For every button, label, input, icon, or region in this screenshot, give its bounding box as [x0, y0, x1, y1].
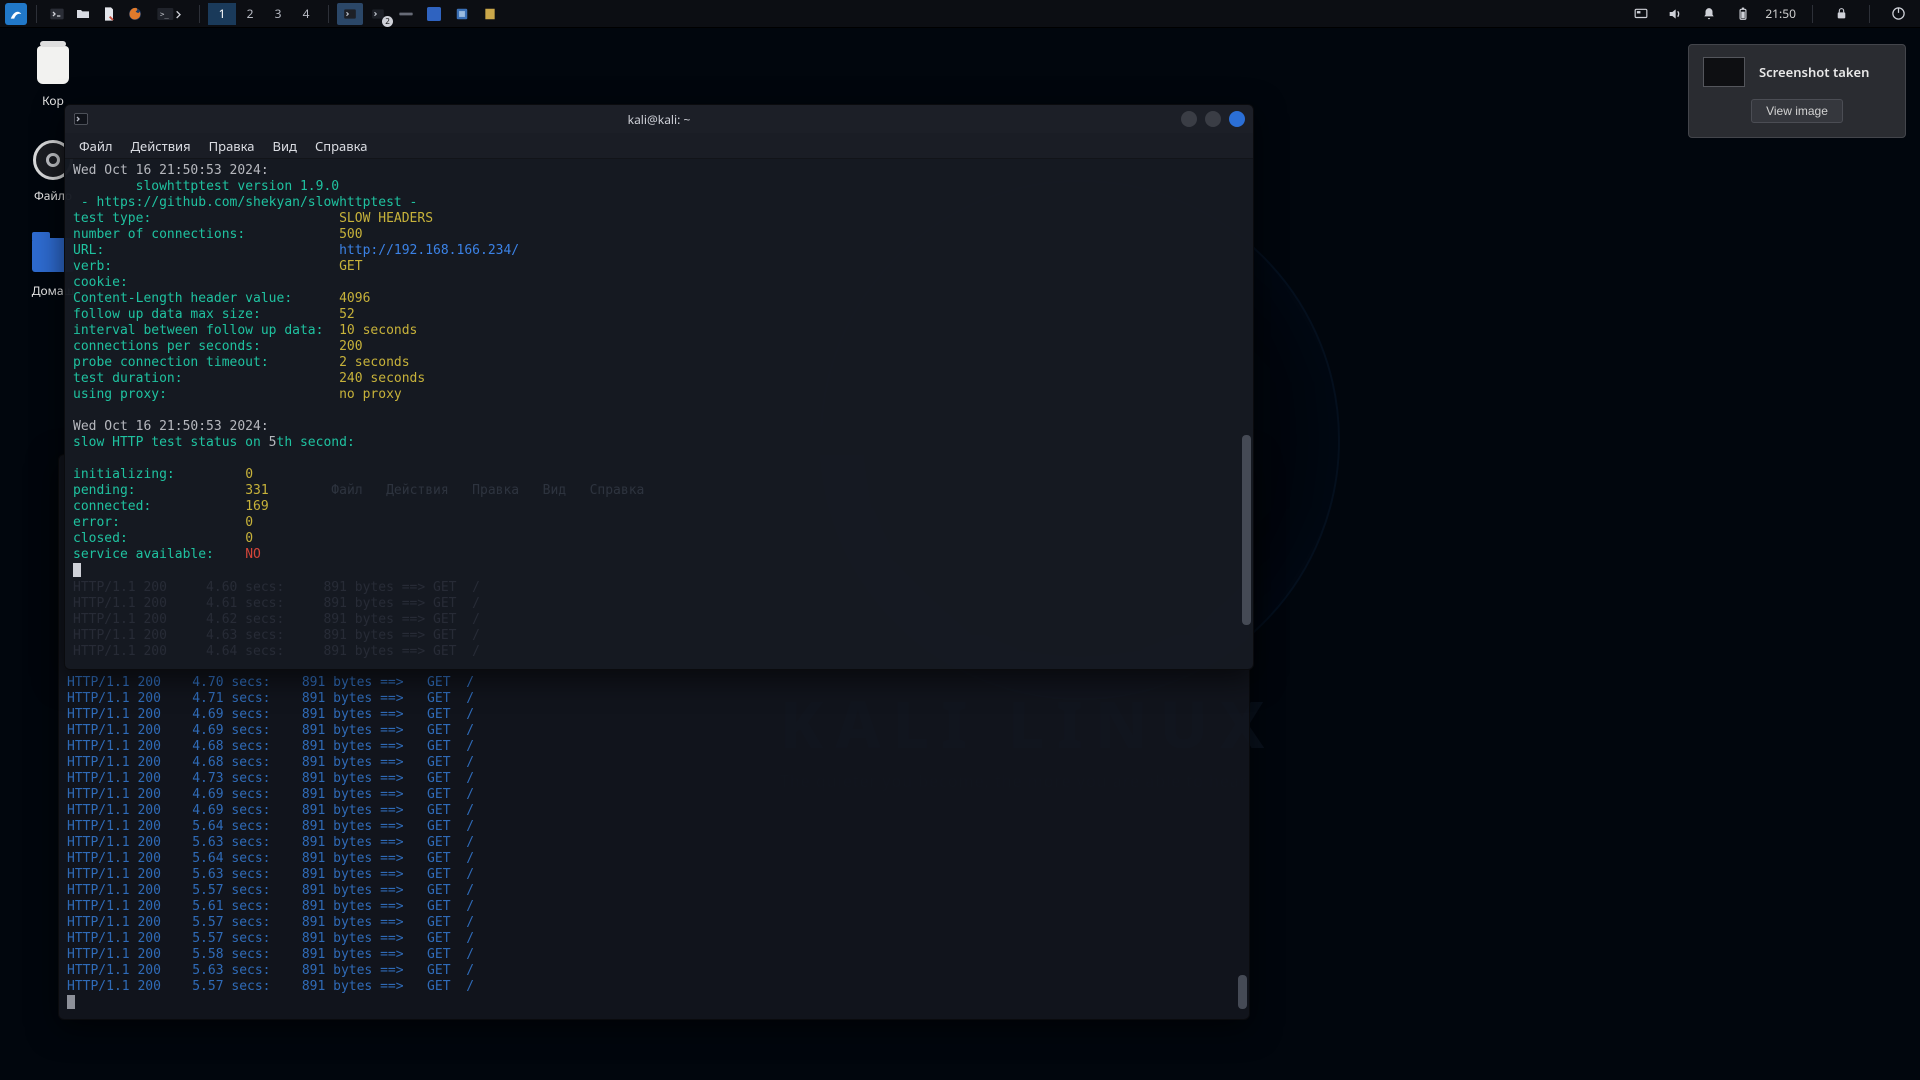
- taskbar: >_ 1234 2: [0, 0, 1920, 28]
- terminal-window-front[interactable]: kali@kali: ~ Файл Действия Правка Вид Справк…: [64, 104, 1254, 670]
- workspace-2[interactable]: 2: [236, 3, 264, 25]
- svg-text:>_: >_: [160, 9, 169, 18]
- tray-power-icon[interactable]: [1886, 2, 1910, 26]
- task-terminal-1[interactable]: [337, 3, 363, 25]
- workspace-4[interactable]: 4: [292, 3, 320, 25]
- kali-logo-icon: [5, 3, 27, 25]
- launcher-terminal[interactable]: [45, 2, 69, 26]
- menu-правка[interactable]: Правка: [209, 137, 255, 155]
- task-badge: 2: [382, 16, 393, 27]
- notification-toast: Screenshot taken View image: [1688, 44, 1906, 138]
- workspace-3[interactable]: 3: [264, 3, 292, 25]
- task-app-screenshot[interactable]: [449, 3, 475, 25]
- launcher-root-terminal[interactable]: >_: [149, 2, 191, 26]
- menu-справка[interactable]: Справка: [315, 137, 368, 155]
- scrollbar-back[interactable]: [1238, 975, 1247, 1009]
- terminal-output-front[interactable]: Wed Oct 16 21:50:53 2024: slowhttptest v…: [65, 159, 1253, 669]
- screenshot-thumbnail: [1703, 57, 1745, 87]
- menu-вид[interactable]: Вид: [273, 137, 297, 155]
- tray-workspace-icon[interactable]: [1629, 2, 1653, 26]
- workspace-1[interactable]: 1: [208, 3, 236, 25]
- launcher-files[interactable]: [71, 2, 95, 26]
- toast-view-button[interactable]: View image: [1751, 99, 1843, 123]
- window-maximize-button[interactable]: [1205, 111, 1221, 127]
- menu-действия[interactable]: Действия: [131, 137, 191, 155]
- launcher-editor[interactable]: [97, 2, 121, 26]
- tray-lock-icon[interactable]: [1829, 2, 1853, 26]
- scrollbar-front[interactable]: [1242, 435, 1251, 625]
- menubar: Файл Действия Правка Вид Справка: [65, 133, 1253, 159]
- desktop-trash-label: Кор: [42, 92, 64, 109]
- menu-файл[interactable]: Файл: [79, 137, 113, 155]
- tray-volume-icon[interactable]: [1663, 2, 1687, 26]
- app-menu-button[interactable]: [4, 2, 28, 26]
- task-app-blue[interactable]: [421, 3, 447, 25]
- terminal-icon: [73, 111, 89, 127]
- titlebar[interactable]: kali@kali: ~: [65, 105, 1253, 133]
- desktop-trash[interactable]: Кор: [16, 42, 90, 109]
- launcher-firefox[interactable]: [123, 2, 147, 26]
- task-minimized[interactable]: [393, 3, 419, 25]
- task-terminal-2[interactable]: 2: [365, 3, 391, 25]
- trash-icon: [37, 46, 69, 84]
- window-title: kali@kali: ~: [65, 111, 1253, 128]
- task-app-notes[interactable]: [477, 3, 503, 25]
- tray-notifications-icon[interactable]: [1697, 2, 1721, 26]
- window-close-button[interactable]: [1229, 111, 1245, 127]
- window-minimize-button[interactable]: [1181, 111, 1197, 127]
- clock[interactable]: 21:50: [1765, 5, 1796, 22]
- tray-battery-icon[interactable]: [1731, 2, 1755, 26]
- toast-title: Screenshot taken: [1759, 63, 1869, 81]
